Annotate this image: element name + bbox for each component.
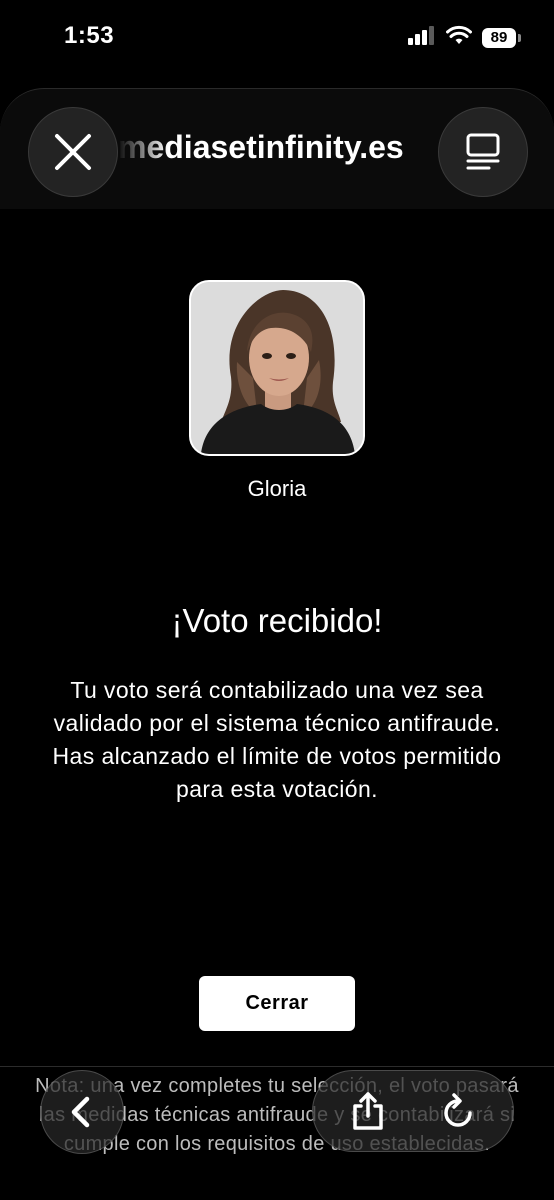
cellular-signal-icon xyxy=(408,25,436,50)
vote-confirmation-title: ¡Voto recibido! xyxy=(171,602,383,639)
battery-indicator: 89 xyxy=(482,27,521,48)
close-button[interactable]: Cerrar xyxy=(199,976,355,1031)
reader-menu-button[interactable] xyxy=(438,107,528,197)
wifi-icon xyxy=(446,25,472,50)
browser-top-bar: mediasetinfinity.es xyxy=(0,88,554,209)
divider xyxy=(0,1066,554,1067)
status-icons: 89 xyxy=(408,25,521,50)
vote-confirmation-message: Tu voto será contabilizado una vez sea v… xyxy=(52,677,502,802)
share-icon[interactable] xyxy=(349,1090,387,1132)
back-button[interactable] xyxy=(40,1070,124,1154)
status-bar: 1:53 89 xyxy=(0,0,554,72)
reload-icon[interactable] xyxy=(439,1091,477,1131)
candidate-name: Gloria xyxy=(247,476,307,501)
chevron-left-icon xyxy=(67,1095,97,1129)
reader-icon xyxy=(463,132,503,172)
browser-actions xyxy=(312,1070,514,1152)
url-address[interactable]: mediasetinfinity.es xyxy=(118,129,438,166)
candidate-photo xyxy=(189,280,365,456)
close-icon xyxy=(53,132,93,172)
close-browser-button[interactable] xyxy=(28,107,118,197)
status-time: 1:53 xyxy=(64,22,115,49)
